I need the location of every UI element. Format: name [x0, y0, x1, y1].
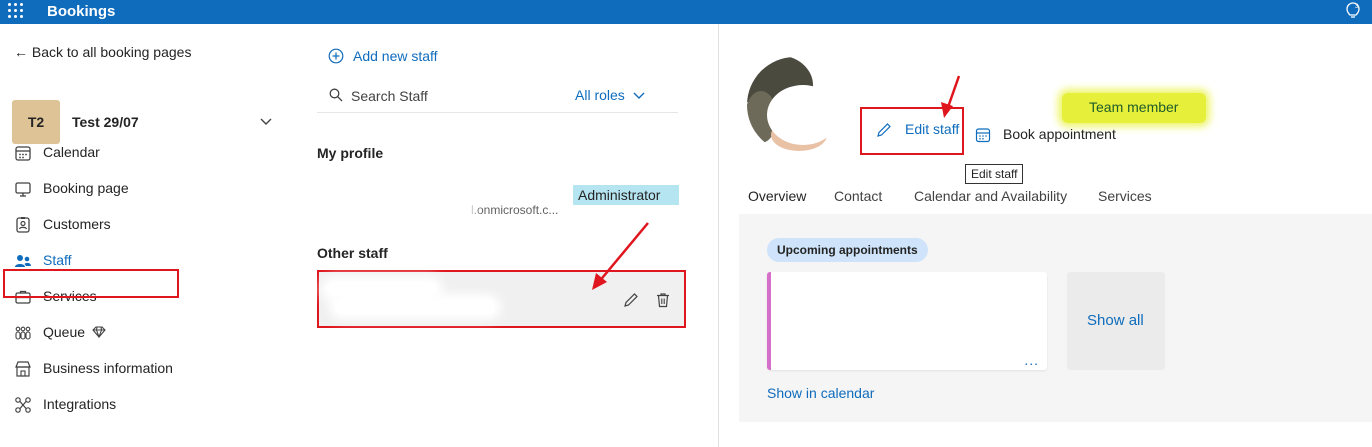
team-member-role-tag: Team member — [1062, 93, 1206, 123]
staff-detail-panel: Team member Edit staff Book appointment … — [719, 24, 1372, 447]
role-label: Team member — [1089, 99, 1179, 115]
nav-label: Calendar — [43, 144, 100, 160]
search-icon — [329, 88, 343, 102]
show-all-button[interactable]: Show all — [1067, 272, 1165, 370]
staff-avatar — [747, 57, 843, 153]
app-header: Bookings 3 — [0, 0, 1372, 24]
roles-filter-label: All roles — [575, 87, 625, 103]
my-profile-heading: My profile — [317, 145, 384, 161]
staff-annotation-box — [3, 269, 179, 298]
other-staff-row[interactable] — [317, 270, 686, 328]
tab-calendar-and-availability[interactable]: Calendar and Availability — [914, 188, 1067, 204]
integrations-icon — [15, 397, 31, 413]
people-icon — [15, 255, 31, 267]
chevron-down-icon[interactable] — [260, 118, 272, 126]
premium-diamond-icon — [92, 326, 106, 338]
more-options-icon[interactable]: ... — [1024, 352, 1039, 368]
tab-services[interactable]: Services — [1098, 188, 1152, 204]
nav-label: Booking page — [43, 180, 129, 196]
monitor-icon — [15, 182, 31, 197]
redacted-email-blur — [329, 198, 469, 222]
people-queue-icon — [15, 326, 31, 340]
nav-label: Staff — [43, 252, 72, 268]
redacted-email-blur — [335, 300, 495, 314]
app-title: Bookings — [47, 3, 116, 20]
building-icon — [15, 361, 31, 377]
booking-page-selector[interactable]: T2 Test 29/07 — [12, 100, 282, 144]
nav-label: Customers — [43, 216, 111, 232]
calendar-icon — [975, 128, 991, 143]
tab-overview[interactable]: Overview — [748, 188, 806, 204]
lightbulb-icon[interactable]: 3 — [1346, 2, 1360, 20]
back-to-booking-pages-link[interactable]: ← Back to all booking pages — [14, 44, 191, 60]
other-staff-heading: Other staff — [317, 245, 388, 261]
nav-label: Queue — [43, 324, 86, 340]
my-profile-row[interactable]: l.onmicrosoft.c... Administrator — [317, 174, 679, 224]
left-navigation: ← Back to all booking pages T2 Test 29/0… — [0, 24, 297, 447]
nav-label: Business information — [43, 360, 173, 376]
app-launcher-icon[interactable] — [8, 3, 24, 19]
book-appointment-label: Book appointment — [1003, 126, 1116, 142]
administrator-role-badge: Administrator — [573, 185, 679, 205]
roles-filter-dropdown[interactable]: All roles — [575, 87, 645, 103]
redacted-name-blur — [327, 282, 437, 296]
edit-staff-tooltip: Edit staff — [965, 164, 1024, 184]
staff-search-box: All roles — [317, 77, 678, 113]
staff-list-panel: Add new staff All roles My profile l.onm… — [297, 24, 717, 447]
search-staff-input[interactable] — [351, 86, 551, 106]
back-link-label: Back to all booking pages — [31, 44, 192, 60]
add-new-staff-label: Add new staff — [353, 48, 438, 64]
booking-page-avatar: T2 — [12, 100, 60, 144]
calendar-icon — [15, 146, 31, 161]
contact-card-icon — [16, 217, 30, 233]
profile-email: l.onmicrosoft.c... — [471, 203, 559, 217]
booking-page-name: Test 29/07 — [72, 114, 139, 130]
edit-staff-label: Edit staff — [905, 121, 960, 137]
appointment-card[interactable]: ... — [767, 272, 1047, 370]
tab-contact[interactable]: Contact — [834, 188, 882, 204]
edit-staff-button[interactable]: Edit staff — [860, 107, 964, 155]
show-in-calendar-link[interactable]: Show in calendar — [767, 385, 874, 401]
chevron-down-icon — [633, 92, 645, 100]
upcoming-appointments-badge: Upcoming appointments — [767, 238, 928, 262]
edit-pencil-icon[interactable] — [623, 292, 639, 308]
overview-panel: Upcoming appointments ... Show all Show … — [739, 214, 1372, 422]
add-circle-icon — [328, 48, 344, 64]
show-all-label: Show all — [1087, 312, 1144, 329]
nav-label: Integrations — [43, 396, 117, 412]
back-arrow-icon: ← — [14, 44, 28, 60]
delete-trash-icon[interactable] — [655, 292, 671, 308]
edit-pencil-icon — [877, 123, 891, 137]
